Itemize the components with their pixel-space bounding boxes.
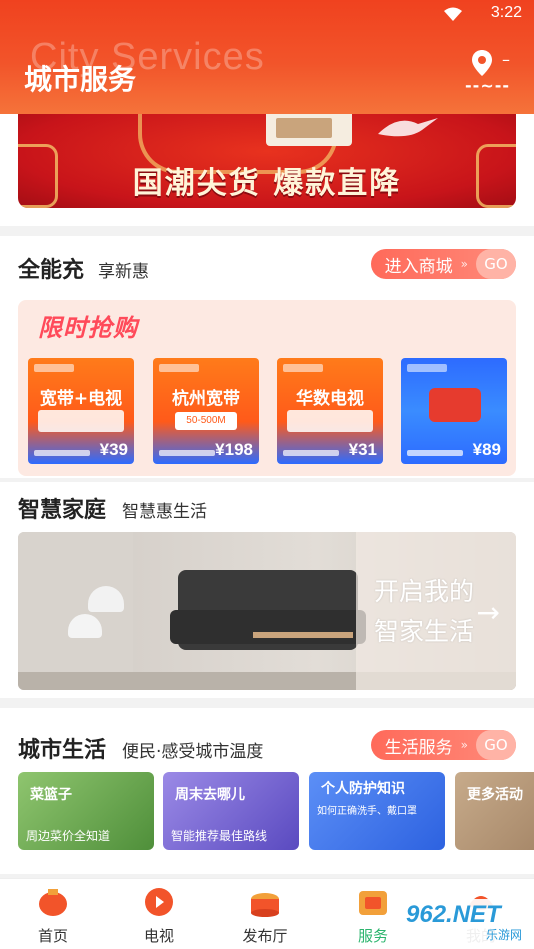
product-footnote — [407, 450, 463, 456]
banner-section: 国潮尖货 爆款直降 — [0, 114, 534, 226]
enter-mall-button[interactable]: 进入商城 » GO — [370, 249, 516, 279]
go-badge: GO — [476, 249, 516, 279]
product-footnote — [283, 450, 339, 456]
product-card[interactable]: 杭州宽带 50-500M ¥198 — [153, 358, 259, 464]
section-title: 智慧家庭 — [18, 498, 107, 523]
product-badge — [283, 364, 323, 372]
product-name: 华数电视 — [296, 389, 364, 409]
bottom-nav: 首页 电视 发布厅 服务 我的 962.NET 乐游网 — [0, 878, 534, 949]
banner-text: 国潮尖货 爆款直降 — [132, 166, 402, 201]
section-subtitle: 便民·感受城市温度 — [122, 742, 264, 762]
location-dash: – — [502, 50, 510, 69]
watermark-subtext: 乐游网 — [485, 928, 522, 942]
card-subtitle: 周边菜价全知道 — [26, 829, 111, 843]
life-card-weekend[interactable]: 周末去哪儿 智能推荐最佳路线 — [163, 772, 299, 850]
product-footnote — [159, 450, 215, 456]
chevron-right-icon: » — [460, 257, 468, 271]
product-card[interactable]: ¥89 — [401, 358, 507, 464]
product-badge — [159, 364, 199, 372]
product-card[interactable]: 华数电视 ¥31 — [277, 358, 383, 464]
nav-item-home[interactable]: 首页 — [0, 879, 106, 949]
sofa-image — [170, 570, 366, 650]
life-service-button[interactable]: 生活服务 » GO — [370, 730, 516, 760]
pill-label: 进入商城 — [384, 256, 453, 277]
pill-label: 生活服务 — [384, 737, 453, 758]
chevron-right-icon: » — [460, 738, 468, 752]
wifi-icon — [444, 7, 462, 21]
product-price: ¥39 — [99, 440, 128, 459]
card-title: 周末去哪儿 — [175, 787, 245, 803]
nav-item-tv[interactable]: 电视 — [106, 879, 212, 949]
crane-icon — [378, 118, 438, 137]
card-title: 更多活动 — [467, 787, 523, 803]
cta-line: 开启我的 — [373, 577, 474, 606]
nav-item-hall[interactable]: 发布厅 — [212, 879, 318, 949]
life-card-more[interactable]: 更多活动 — [455, 772, 534, 850]
section-title: 城市生活 — [18, 738, 107, 763]
product-badge — [34, 364, 74, 372]
table-image — [253, 632, 353, 638]
card-subtitle: 如何正确洗手、戴口罩 — [317, 806, 417, 817]
life-card-protection[interactable]: 个人防护知识 如何正确洗手、戴口罩 — [309, 772, 445, 850]
section-subtitle: 享新惠 — [98, 262, 149, 282]
product-features — [38, 410, 124, 432]
site-watermark: 962.NET 乐游网 — [400, 899, 528, 945]
card-title: 菜篮子 — [30, 787, 72, 803]
product-name: 宽带+电视 — [39, 389, 123, 409]
product-name: 杭州宽带 — [172, 389, 240, 409]
status-time: 3:22 — [490, 4, 522, 21]
section-subtitle: 智慧惠生活 — [122, 502, 207, 522]
cta-line: 智家生活 — [373, 617, 474, 646]
smart-home-section: 智慧家庭 智慧惠生活 开启我的 智家生活 → — [0, 482, 534, 698]
oven-image — [266, 114, 352, 146]
hall-icon — [251, 893, 279, 917]
life-card-vegetable[interactable]: 菜篮子 周边菜价全知道 — [18, 772, 154, 850]
smart-home-banner[interactable]: 开启我的 智家生活 → — [18, 532, 516, 690]
product-tag: 50-500M — [175, 412, 237, 430]
go-badge: GO — [476, 730, 516, 760]
product-price: ¥31 — [348, 440, 377, 459]
promo-banner[interactable]: 国潮尖货 爆款直降 — [18, 114, 516, 208]
smart-home-cta: 开启我的 智家生活 — [374, 572, 474, 652]
nav-label: 电视 — [143, 927, 174, 945]
section-title: 全能充 — [18, 258, 85, 283]
home-icon — [39, 889, 67, 916]
location-icon[interactable] — [472, 50, 492, 76]
app-header: City Services 城市服务 3:22 – --~-- — [0, 0, 534, 114]
product-footnote — [34, 450, 90, 456]
flash-sale-panel: 限时抢购 宽带+电视 ¥39 杭州宽带 50-500M ¥198 华数电视 ¥3… — [18, 300, 516, 476]
watermark-text: 962.NET — [406, 901, 501, 928]
product-card[interactable]: 宽带+电视 ¥39 — [28, 358, 134, 464]
card-title: 个人防护知识 — [321, 781, 405, 797]
product-features — [287, 410, 373, 432]
service-icon — [359, 891, 387, 915]
nav-label: 首页 — [37, 927, 68, 945]
card-subtitle: 智能推荐最佳路线 — [171, 829, 268, 843]
page-title: 城市服务 — [24, 63, 137, 96]
tv-icon — [145, 888, 173, 916]
product-price: ¥89 — [472, 440, 501, 459]
city-life-section: 城市生活 便民·感受城市温度 生活服务 » GO 菜篮子 周边菜价全知道 周末去… — [0, 708, 534, 874]
nav-label: 发布厅 — [242, 927, 288, 945]
product-price: ¥198 — [215, 440, 253, 459]
arrow-right-icon: → — [476, 596, 500, 629]
flash-sale-title: 限时抢购 — [38, 314, 138, 342]
location-wave: --~-- — [465, 76, 510, 95]
speaker-image — [429, 388, 481, 422]
product-badge — [407, 364, 447, 372]
quick-charge-section: 全能充 享新惠 进入商城 » GO 限时抢购 宽带+电视 ¥39 杭州宽带 50… — [0, 236, 534, 478]
